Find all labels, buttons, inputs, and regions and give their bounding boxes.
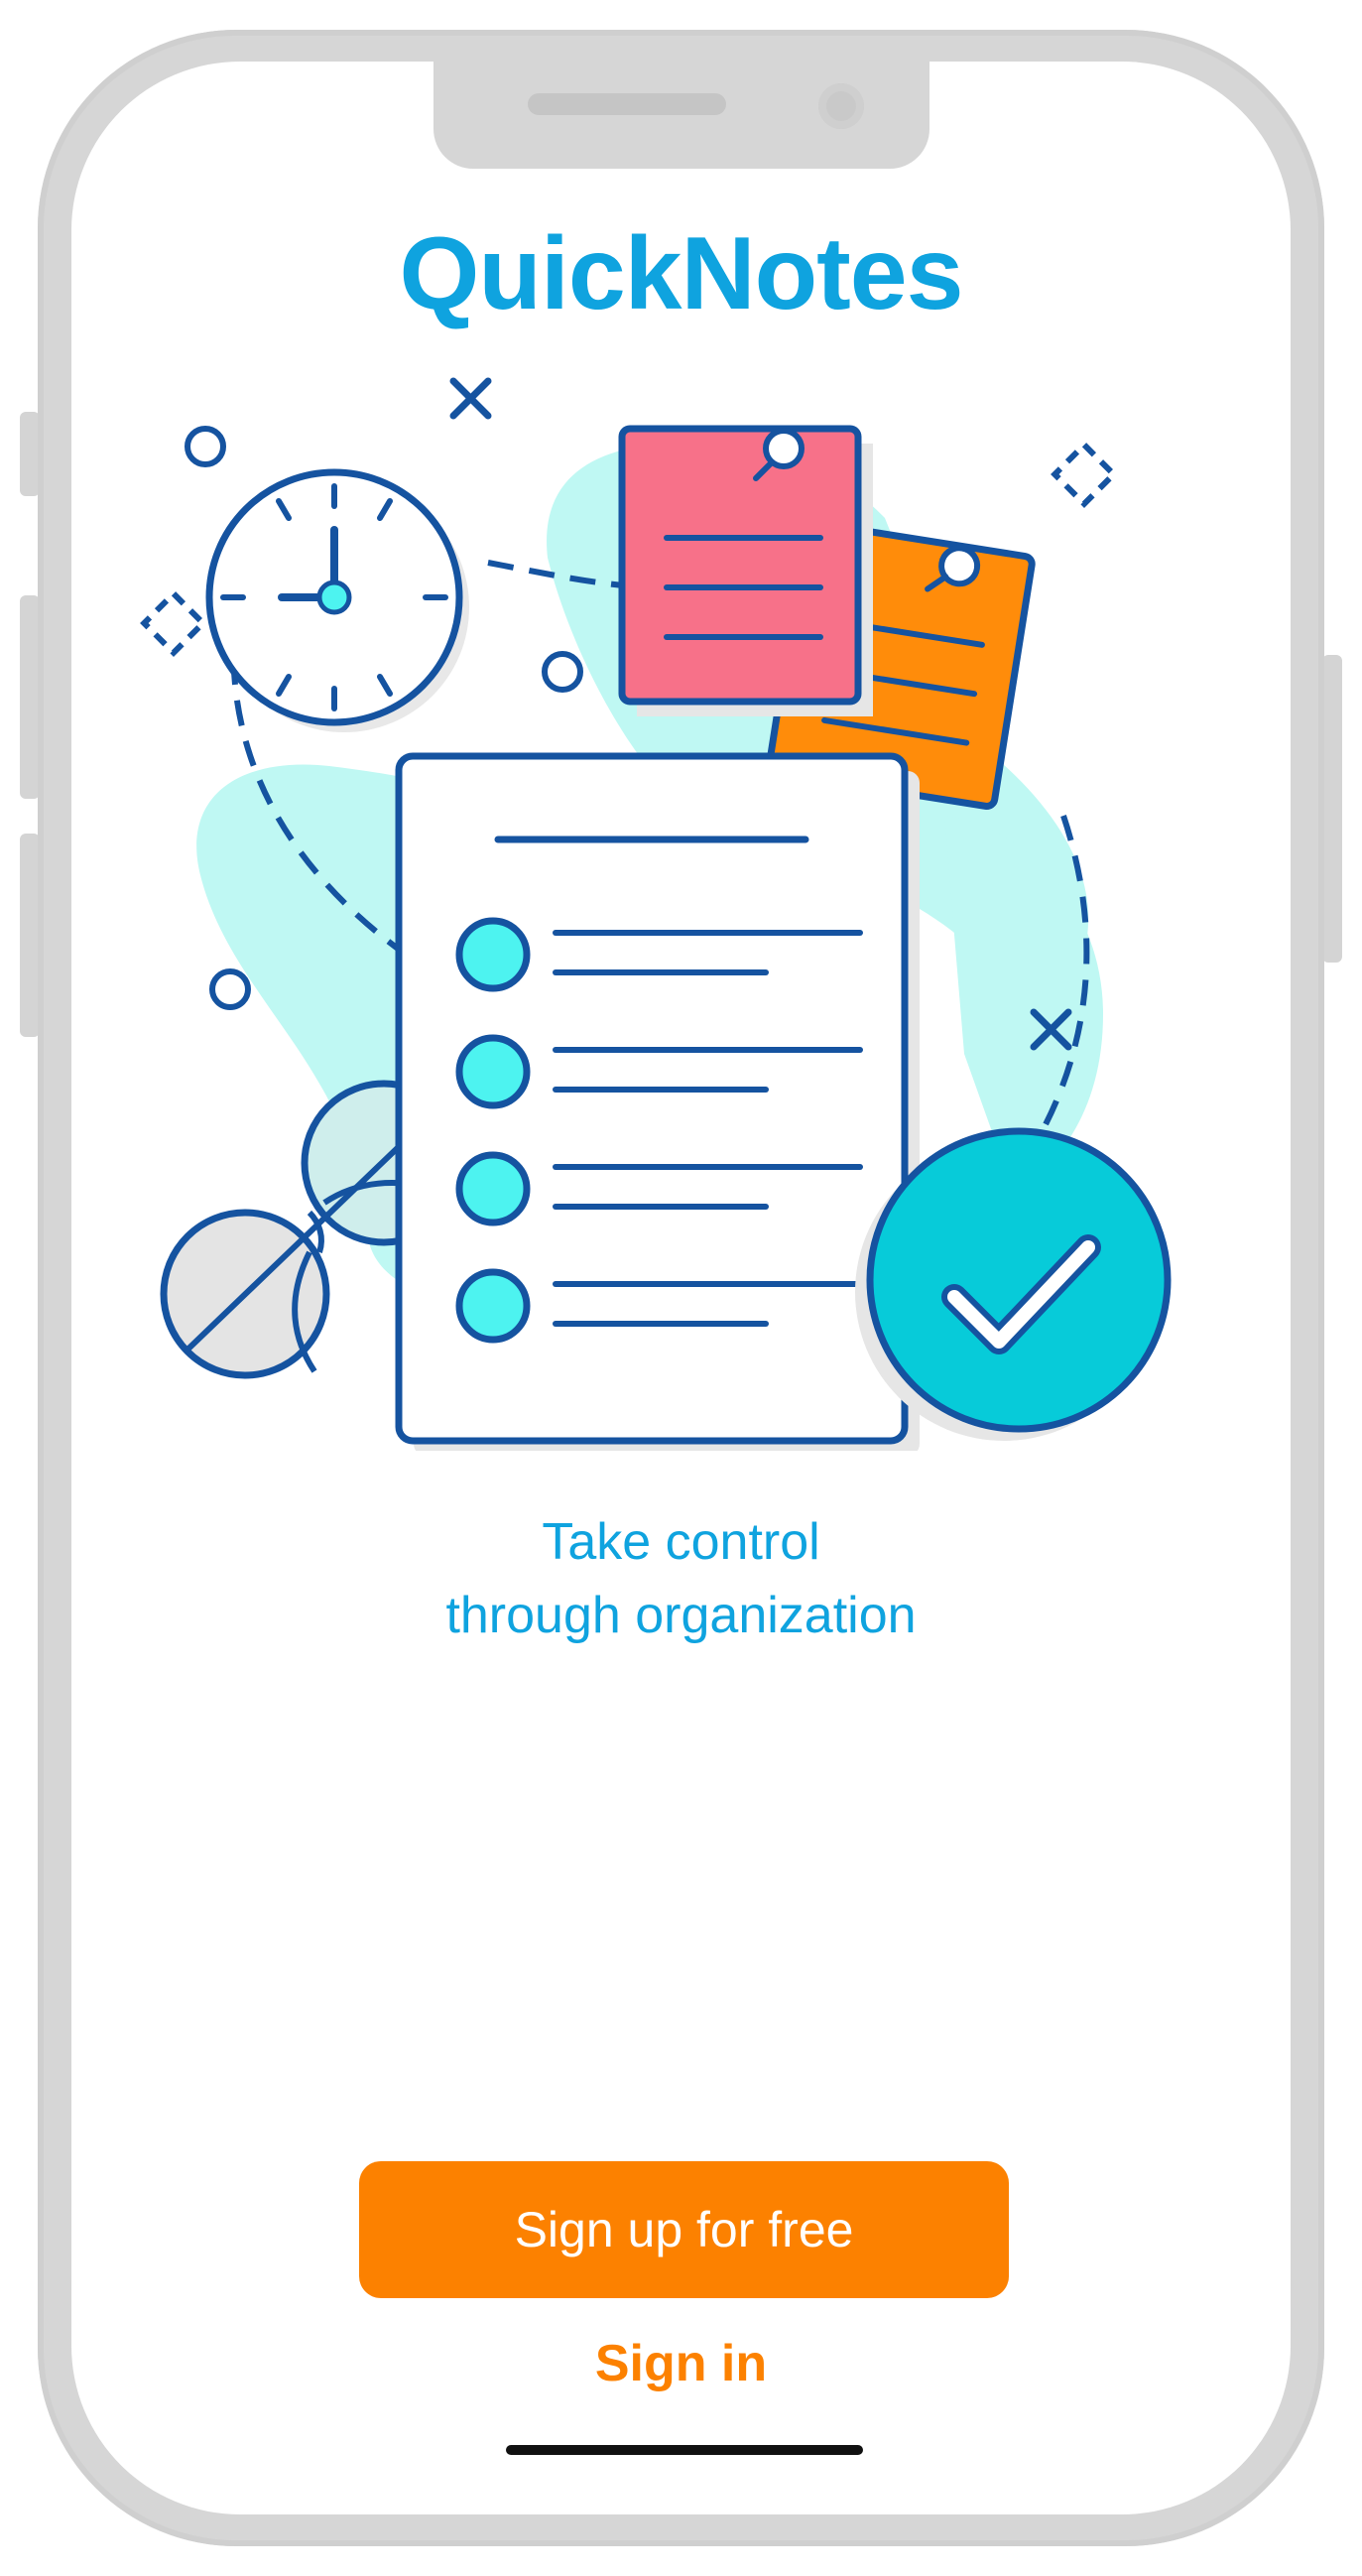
decor-circle (209, 968, 251, 1010)
home-indicator[interactable] (506, 2445, 863, 2455)
decor-diamond (140, 589, 207, 657)
silent-switch (20, 412, 40, 496)
clock-icon (205, 468, 469, 732)
power-button (1322, 655, 1342, 963)
volume-up-button (20, 595, 40, 799)
volume-down-button (20, 834, 40, 1037)
tagline: Take control through organization (71, 1505, 1291, 1652)
decor-diamond (1051, 441, 1118, 508)
decor-circle (542, 651, 583, 693)
onboarding-illustration (140, 377, 1172, 1451)
checklist-document (395, 752, 920, 1451)
signin-link[interactable]: Sign in (71, 2334, 1291, 2393)
tagline-line-2: through organization (445, 1587, 917, 1644)
signup-button[interactable]: Sign up for free (359, 2161, 1009, 2298)
decor-x-mark (449, 377, 492, 420)
sticky-note-pink (618, 425, 873, 716)
tagline-line-1: Take control (542, 1513, 820, 1571)
decor-circle (185, 426, 226, 467)
phone-screen: QuickNotes Take control through organiza… (71, 62, 1291, 2514)
